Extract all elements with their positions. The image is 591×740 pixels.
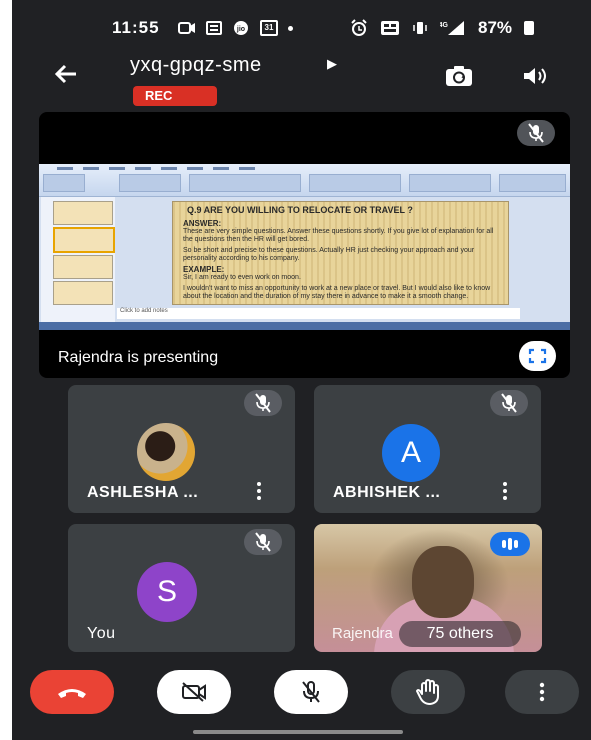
more-vert-icon [539, 682, 545, 702]
powerpoint-status-bar [39, 322, 570, 330]
battery-icon [524, 21, 535, 35]
presenter-label: Rajendra is presenting [58, 349, 219, 366]
slide-thumbnails [41, 197, 115, 322]
svg-text:jio: jio [236, 26, 245, 33]
more-options-button[interactable] [505, 670, 579, 714]
participant-tile-abhishek[interactable]: A ABHISHEK ... [314, 385, 541, 513]
raise-hand-icon [416, 679, 439, 705]
participant-tile-ashlesha[interactable]: ASHLESHA ... [68, 385, 295, 513]
vibrate-icon [413, 22, 427, 34]
participant-name: You [87, 625, 116, 642]
answer-line: These are very simple questions. Answer … [183, 228, 494, 243]
microphone-toggle-button[interactable] [274, 670, 348, 714]
avatar-photo [137, 423, 195, 481]
more-options-icon[interactable] [503, 482, 509, 502]
example-line: Sir, I am ready to even work on moon. [183, 274, 301, 281]
participant-name: ASHLESHA ... [87, 484, 199, 501]
meeting-header: yxq-gpqz-sme ▶ REC [12, 50, 591, 110]
leave-call-button[interactable] [30, 670, 114, 714]
calendar-notification-icon: 31 [260, 20, 278, 36]
camera-off-icon [182, 682, 206, 702]
avatar-letter: S [137, 562, 197, 622]
powerpoint-ribbon [39, 164, 570, 197]
example-line: I wouldn't want to miss an opportunity t… [183, 285, 491, 300]
arrow-back-icon [54, 64, 76, 84]
back-button[interactable] [52, 60, 88, 90]
switch-camera-icon [446, 66, 472, 86]
mic-off-icon [255, 393, 271, 413]
mic-muted-badge [490, 390, 528, 416]
status-time: 11:55 [112, 18, 160, 37]
participant-name: ABHISHEK ... [333, 484, 441, 501]
shared-screen: Q.9 ARE YOU WILLING TO RELOCATE OR TRAVE… [39, 164, 570, 330]
gesture-bar[interactable] [193, 730, 403, 734]
current-slide: Q.9 ARE YOU WILLING TO RELOCATE OR TRAVE… [172, 201, 509, 305]
svg-text:4G: 4G [440, 22, 449, 29]
notification-icons: jio 31 [178, 20, 293, 36]
mic-muted-badge [244, 390, 282, 416]
left-screen-edge [0, 0, 12, 740]
jio-notification-icon: jio [234, 21, 248, 35]
alarm-icon [351, 19, 367, 36]
call-controls [12, 664, 591, 724]
signal-icon: 4G [440, 21, 464, 35]
notes-pane: Click to add notes [117, 308, 520, 319]
camera-toggle-button[interactable] [157, 670, 231, 714]
battery-percent: 87% [478, 18, 513, 37]
presentation-tile[interactable]: Q.9 ARE YOU WILLING TO RELOCATE OR TRAVE… [39, 112, 570, 378]
slide-title: Q.9 ARE YOU WILLING TO RELOCATE OR TRAVE… [187, 205, 413, 215]
answer-heading: ANSWER: [183, 219, 222, 228]
mic-muted-badge [244, 529, 282, 555]
audio-output-button[interactable] [520, 64, 550, 88]
participant-tile-you[interactable]: S You [68, 524, 295, 652]
others-count-chip[interactable]: 75 others [399, 621, 521, 647]
switch-camera-button[interactable] [444, 64, 474, 88]
speaker-icon [524, 68, 546, 84]
fullscreen-button[interactable] [519, 341, 556, 371]
caret-right-icon[interactable]: ▶ [327, 56, 337, 72]
mic-off-icon [528, 123, 544, 143]
speaking-indicator-icon [490, 532, 530, 556]
avatar-letter: A [382, 424, 440, 482]
volte-icon [381, 21, 399, 35]
mic-off-icon [255, 532, 271, 552]
recording-badge: REC [133, 86, 217, 106]
participant-name: Rajendra [332, 625, 393, 642]
phone-hangup-icon [58, 689, 86, 698]
meeting-code[interactable]: yxq-gpqz-sme [130, 54, 262, 77]
mic-off-icon [501, 393, 517, 413]
more-notifications-dot [288, 25, 293, 31]
presentation-mic-muted-badge [517, 120, 555, 146]
more-options-icon[interactable] [257, 482, 263, 502]
mic-off-icon [302, 681, 320, 703]
system-icons: 4G 87% [350, 18, 535, 38]
news-notification-icon [206, 21, 222, 35]
example-heading: EXAMPLE: [183, 265, 225, 274]
fullscreen-icon [528, 348, 547, 364]
status-bar: 11:55 jio 31 4G 87% [12, 14, 591, 44]
meet-screen: 11:55 jio 31 4G 87% yxq-gpqz-sme ▶ REC Q… [12, 0, 591, 740]
video-notification-icon [178, 22, 195, 34]
raise-hand-button[interactable] [391, 670, 465, 714]
participant-tile-rajendra[interactable]: Rajendra 75 others [314, 524, 542, 652]
answer-line: So be short and precise to these questio… [183, 247, 475, 262]
